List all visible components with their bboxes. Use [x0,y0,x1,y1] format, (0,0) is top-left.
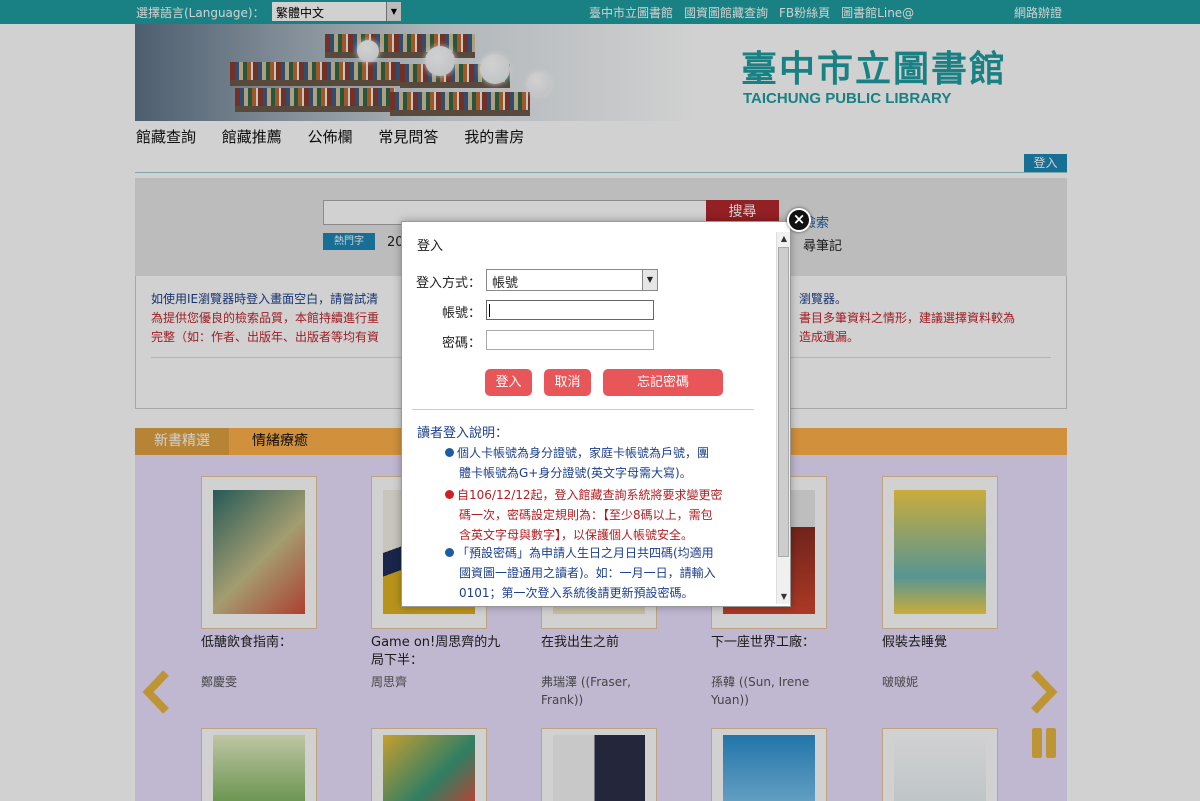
account-label: 帳號： [441,306,481,321]
chevron-down-icon: ▼ [642,270,657,290]
help-item: 個人卡帳號為身分證號，家庭卡帳號為戶號，團 體卡帳號為G+身分證號(英文字母需大… [445,443,745,483]
password-label: 密碼： [441,336,481,351]
forgot-password-button[interactable]: 忘記密碼 [603,369,723,396]
login-method-label: 登入方式： [415,276,481,291]
login-submit-button[interactable]: 登入 [485,369,532,396]
dialog-title: 登入 [417,239,444,254]
account-field[interactable] [486,300,654,320]
divider [412,409,754,410]
close-icon[interactable]: × [787,208,811,232]
scrollbar-thumb[interactable] [778,247,789,557]
help-item: 「預設密碼」為申請人生日之月日共四碼(均適用 國資圖一證通用之讀者)。如：一月一… [445,543,745,603]
password-field[interactable] [486,330,654,350]
login-dialog: 登入 登入方式： 帳號 ▼ 帳號： 密碼： 登入 取消 忘記密碼 讀者登入說明：… [401,221,791,607]
cancel-button[interactable]: 取消 [544,369,591,396]
help-item: 自106/12/12起，登入館藏查詢系統將要求變更密 碼一次，密碼設定規則為：【… [445,485,745,545]
scroll-up-icon[interactable]: ▲ [777,232,791,246]
scroll-down-icon[interactable]: ▼ [777,590,791,604]
login-method-select[interactable]: 帳號 ▼ [486,269,658,291]
help-title: 讀者登入說明： [417,426,509,441]
dialog-scrollbar[interactable]: ▲ ▼ [776,232,790,604]
